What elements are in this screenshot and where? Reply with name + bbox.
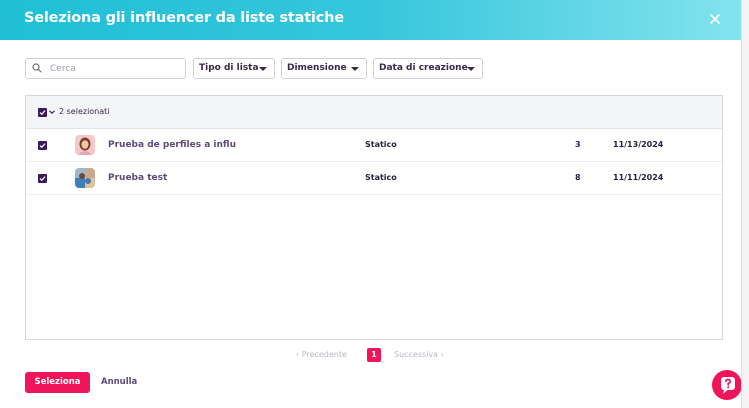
help-chat-icon[interactable] [712, 370, 742, 400]
close-icon[interactable] [706, 10, 724, 28]
previous-page-button[interactable]: ‹ Precedente [296, 350, 347, 359]
table-header: 2 selezionati [26, 96, 722, 129]
chevron-down-icon[interactable] [48, 108, 56, 116]
table-row[interactable]: Prueba test Statico 8 11/11/2024 [26, 162, 722, 195]
select-all-checkbox[interactable] [38, 108, 47, 117]
row-checkbox[interactable] [38, 141, 47, 150]
caret-down-icon [259, 67, 267, 71]
search-icon [32, 63, 42, 73]
modal-dialog: Seleziona gli influencer da liste static… [0, 0, 742, 408]
modal-header: Seleziona gli influencer da liste static… [0, 0, 741, 40]
size-dropdown[interactable]: Dimensione [281, 58, 367, 79]
avatar [75, 135, 95, 155]
search-input[interactable] [50, 60, 180, 77]
cancel-button[interactable]: Annulla [101, 377, 137, 387]
pagination: ‹ Precedente 1 Successiva › [0, 348, 741, 364]
list-count: 3 [575, 140, 581, 149]
list-date: 11/11/2024 [613, 173, 664, 182]
caret-down-icon [467, 67, 475, 71]
lists-table: 2 selezionati Prueba de perfiles a influ… [25, 95, 723, 340]
list-type: Statico [365, 140, 397, 149]
list-type: Statico [365, 173, 397, 182]
page-background [741, 0, 749, 408]
select-button[interactable]: Seleziona [25, 372, 90, 393]
selected-count: 2 selezionati [59, 107, 110, 116]
row-checkbox[interactable] [38, 174, 47, 183]
list-count: 8 [575, 173, 581, 182]
next-page-button[interactable]: Successiva › [394, 350, 444, 359]
modal-title: Seleziona gli influencer da liste static… [24, 10, 344, 26]
list-date: 11/13/2024 [613, 140, 664, 149]
created-date-label: Data di creazione [379, 63, 468, 73]
table-row[interactable]: Prueba de perfiles a influ Statico 3 11/… [26, 129, 722, 162]
size-label: Dimensione [287, 63, 347, 73]
list-type-dropdown[interactable]: Tipo di lista [193, 58, 275, 79]
created-date-dropdown[interactable]: Data di creazione [373, 58, 483, 79]
page-number-current[interactable]: 1 [367, 348, 381, 362]
avatar [75, 168, 95, 188]
search-field[interactable] [25, 58, 186, 79]
list-name[interactable]: Prueba test [108, 173, 167, 183]
list-name[interactable]: Prueba de perfiles a influ [108, 140, 236, 150]
list-type-label: Tipo di lista [199, 63, 259, 73]
caret-down-icon [351, 67, 359, 71]
